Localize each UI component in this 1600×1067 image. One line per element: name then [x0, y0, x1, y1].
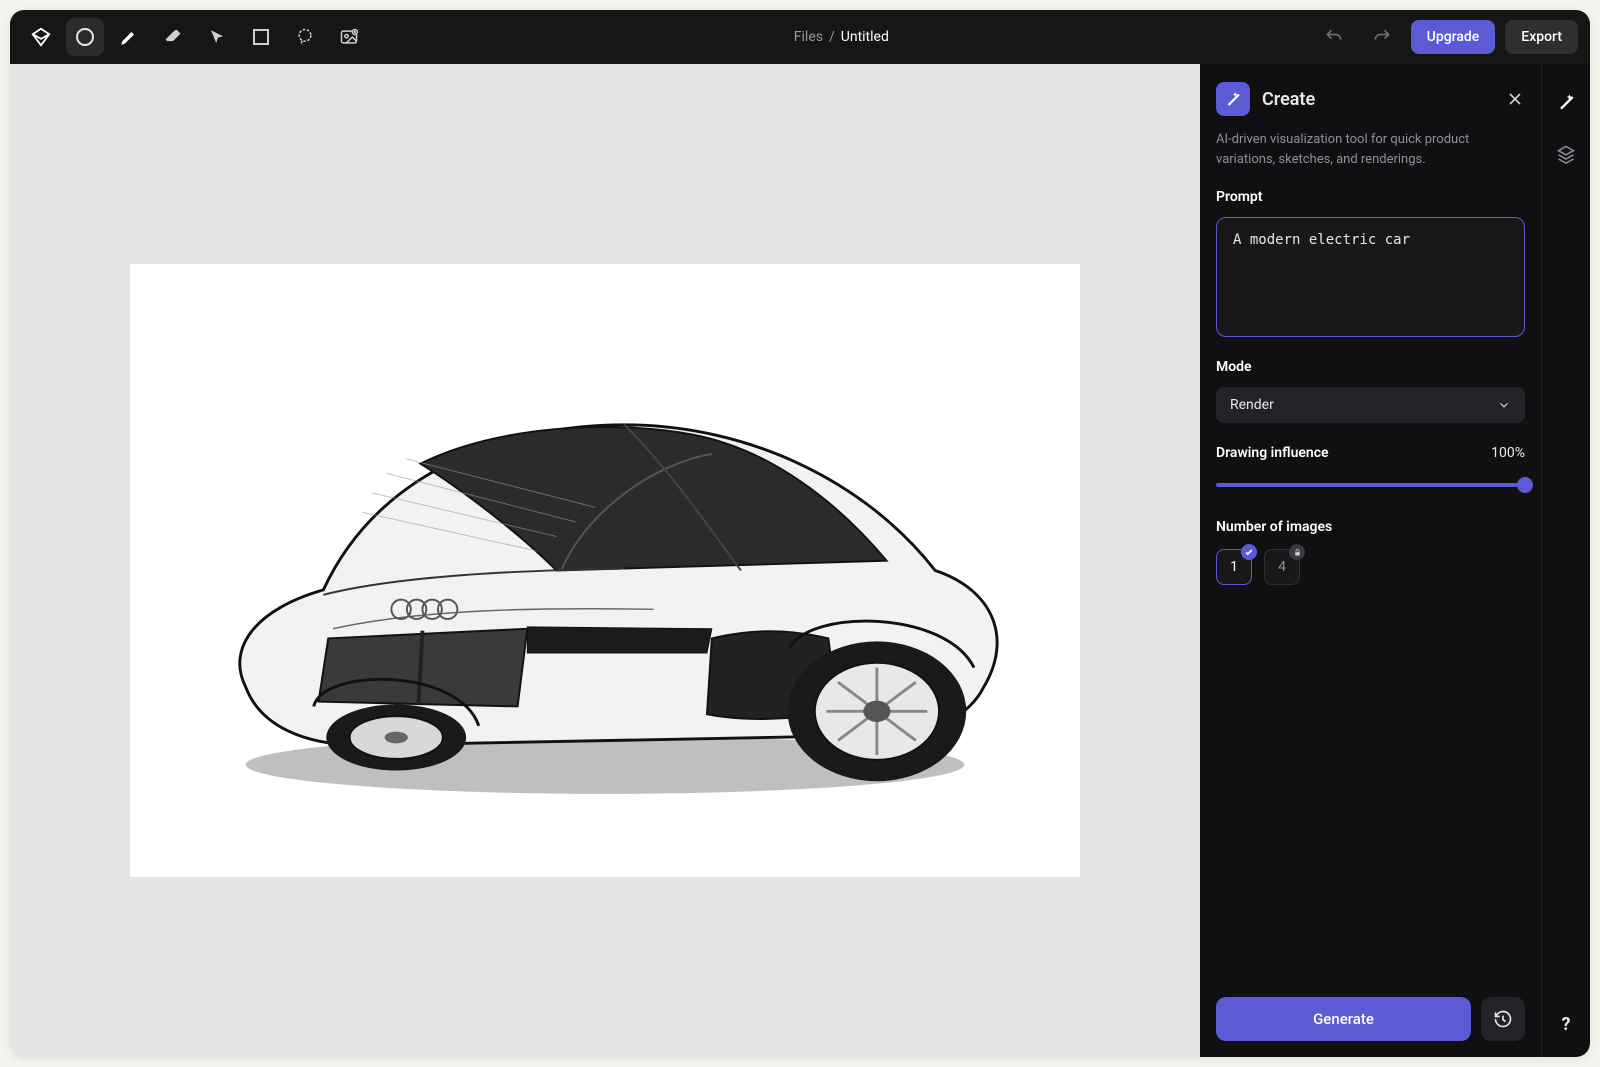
prompt-label: Prompt [1216, 189, 1525, 205]
undo-button[interactable] [1315, 18, 1353, 56]
brush-tool[interactable] [110, 18, 148, 56]
mode-label: Mode [1216, 359, 1525, 375]
panel-description: AI-driven visualization tool for quick p… [1216, 130, 1525, 169]
canvas-image-frame: 图库 [130, 264, 1080, 877]
canvas[interactable]: 图库 [10, 64, 1200, 1057]
magic-wand-icon [1216, 82, 1250, 116]
mode-select[interactable]: Render [1216, 387, 1525, 423]
lock-icon [1289, 544, 1305, 560]
lasso-tool[interactable] [286, 18, 324, 56]
ai-tools-tab[interactable] [1550, 86, 1582, 118]
top-toolbar: Files / Untitled Upgrade Export [10, 10, 1590, 64]
close-panel-button[interactable] [1505, 89, 1525, 109]
app-logo[interactable] [22, 18, 60, 56]
create-panel: Create AI-driven visualization tool for … [1200, 64, 1542, 1057]
color-tool[interactable] [66, 18, 104, 56]
breadcrumb[interactable]: Files / Untitled [376, 29, 1307, 45]
num-images-option-4[interactable]: 4 [1264, 549, 1300, 585]
image-tool[interactable] [330, 18, 368, 56]
chevron-down-icon [1497, 398, 1511, 412]
right-rail: ? [1542, 64, 1590, 1057]
influence-label: Drawing influence [1216, 445, 1329, 461]
breadcrumb-root: Files [794, 29, 823, 45]
history-button[interactable] [1481, 997, 1525, 1041]
car-sketch-image: 图库 [168, 318, 1042, 823]
influence-slider[interactable] [1216, 473, 1525, 497]
redo-button[interactable] [1363, 18, 1401, 56]
mode-value: Render [1230, 397, 1274, 413]
breadcrumb-title: Untitled [841, 29, 889, 45]
pointer-tool[interactable] [198, 18, 236, 56]
layers-tab[interactable] [1550, 138, 1582, 170]
prompt-input[interactable] [1216, 217, 1525, 337]
help-button[interactable]: ? [1551, 1009, 1581, 1039]
export-button[interactable]: Export [1505, 20, 1578, 54]
upgrade-button[interactable]: Upgrade [1411, 20, 1496, 54]
check-icon [1241, 544, 1257, 560]
influence-value: 100% [1491, 445, 1525, 461]
num-images-label: Number of images [1216, 519, 1525, 535]
generate-button[interactable]: Generate [1216, 997, 1471, 1041]
rectangle-tool[interactable] [242, 18, 280, 56]
eraser-tool[interactable] [154, 18, 192, 56]
breadcrumb-separator: / [829, 29, 835, 45]
panel-title: Create [1262, 89, 1493, 110]
num-images-option-1[interactable]: 1 [1216, 549, 1252, 585]
